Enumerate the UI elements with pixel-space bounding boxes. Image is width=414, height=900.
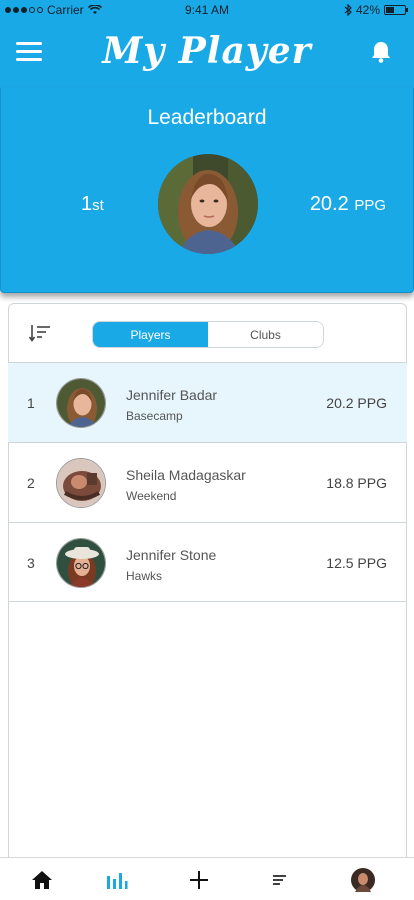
- avatar: [56, 458, 106, 508]
- home-icon: [32, 871, 52, 889]
- stats-icon: [107, 873, 128, 889]
- player-photo: [57, 539, 105, 587]
- list-icon: [273, 875, 286, 885]
- bluetooth-icon: [344, 4, 352, 16]
- hero-ppg-value: 20.2: [309, 193, 349, 215]
- nav-profile[interactable]: [349, 868, 377, 892]
- leaderboard-title: Leaderboard: [147, 106, 267, 129]
- segment-control: Players Clubs: [92, 321, 324, 348]
- player-ppg: 12.5 PPG: [326, 555, 387, 571]
- battery-percent: 42%: [355, 3, 380, 17]
- player-name: Sheila Madagaskar: [126, 467, 246, 483]
- team-name: Weekend: [126, 489, 177, 503]
- player-ppg: 20.2 PPG: [326, 395, 387, 411]
- sort-button[interactable]: [28, 324, 51, 342]
- nav-add[interactable]: [185, 868, 213, 892]
- leaderboard-list: 1 Jennifer Badar Basecamp 20.2 PPG 2 She…: [8, 362, 407, 602]
- tab-players[interactable]: Players: [93, 322, 208, 347]
- plus-icon: [190, 871, 208, 889]
- player-name: Jennifer Badar: [126, 387, 218, 403]
- nav-home[interactable]: [28, 868, 56, 892]
- hero-ppg-unit: PPG: [354, 197, 386, 214]
- hero-rank-number: 1: [81, 193, 93, 215]
- team-name: Hawks: [126, 569, 163, 583]
- battery-icon: [384, 5, 408, 15]
- hero-ppg: 20.2 PPG: [310, 193, 386, 216]
- team-name: Basecamp: [126, 409, 183, 423]
- bell-icon: [372, 42, 390, 63]
- status-bar: Carrier 9:41 AM 42%: [0, 0, 414, 20]
- row-rank: 2: [27, 475, 35, 491]
- app-title: My Player: [102, 30, 312, 72]
- hero-avatar[interactable]: [158, 154, 258, 254]
- hero-rank: 1st: [81, 193, 104, 216]
- app-header: My Player: [0, 20, 414, 88]
- player-photo: [158, 154, 258, 254]
- profile-avatar: [351, 868, 375, 892]
- avatar: [56, 378, 106, 428]
- bottom-nav: [0, 857, 414, 900]
- leaderboard-card: Players Clubs 1 Jennifer Badar Basecamp …: [8, 303, 407, 863]
- nav-feed[interactable]: [266, 868, 294, 892]
- player-photo: [57, 459, 105, 507]
- leaderboard-row[interactable]: 3 Jennifer Stone Hawks 12.5 PPG: [8, 522, 407, 602]
- leaderboard-row[interactable]: 1 Jennifer Badar Basecamp 20.2 PPG: [8, 362, 407, 442]
- sort-icon: [28, 325, 50, 342]
- hero-rank-suffix: st: [92, 197, 104, 214]
- player-name: Jennifer Stone: [126, 547, 217, 563]
- leaderboard-row[interactable]: 2 Sheila Madagaskar Weekend 18.8 PPG: [8, 442, 407, 522]
- nav-stats[interactable]: [103, 868, 131, 892]
- status-right: 42%: [344, 3, 408, 17]
- tab-clubs[interactable]: Clubs: [208, 322, 323, 347]
- player-ppg: 18.8 PPG: [326, 475, 387, 491]
- row-rank: 3: [27, 555, 35, 571]
- row-rank: 1: [27, 395, 35, 411]
- avatar: [56, 538, 106, 588]
- player-photo: [57, 379, 105, 427]
- leaderboard-hero: Leaderboard 1st 20.2 PPG: [0, 88, 414, 293]
- notifications-button[interactable]: [370, 40, 392, 64]
- battery-fill: [386, 7, 394, 13]
